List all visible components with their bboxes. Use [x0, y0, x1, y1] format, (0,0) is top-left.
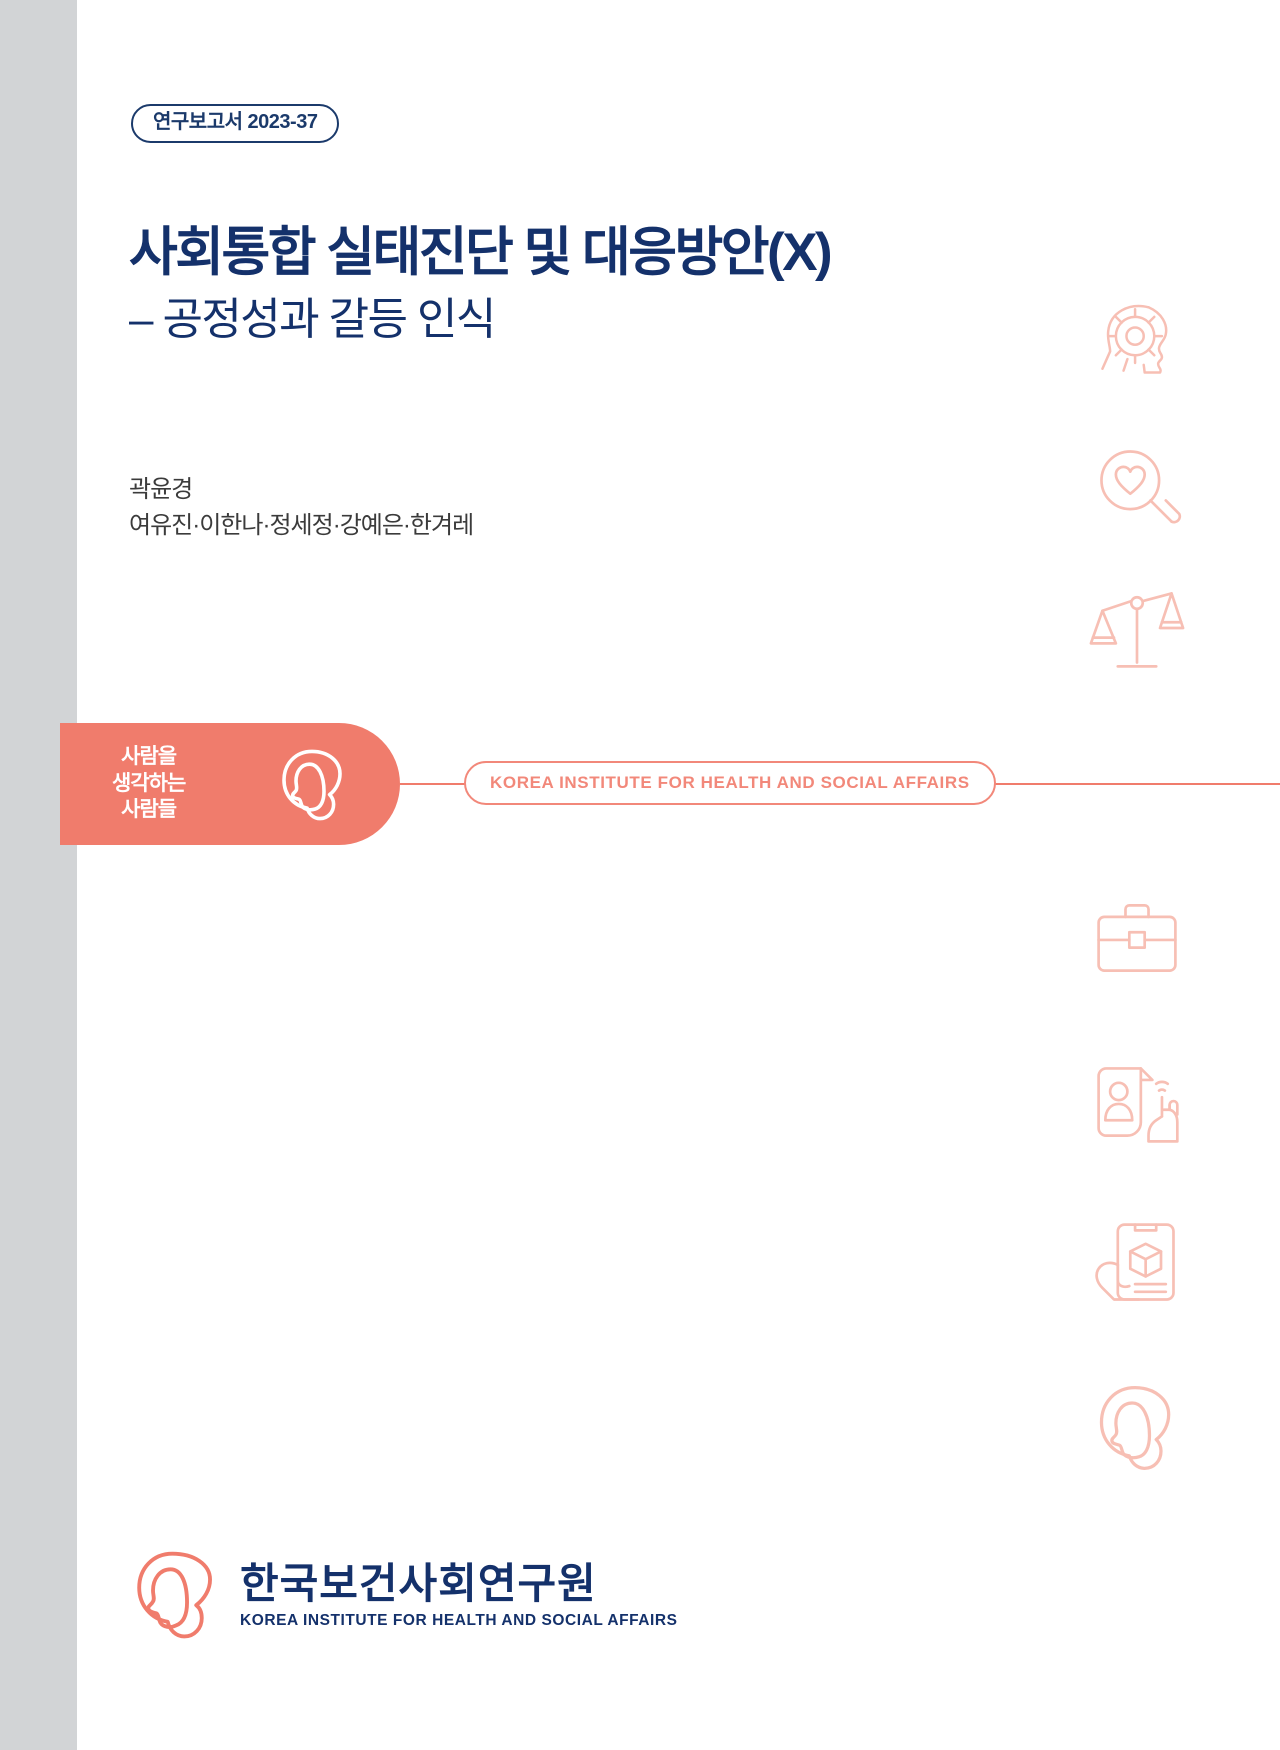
id-card-hand-icon — [1089, 1055, 1185, 1151]
institute-banner-label: KOREA INSTITUTE FOR HEALTH AND SOCIAL AF… — [490, 773, 970, 792]
page-title: 사회통합 실태진단 및 대응방안(X) — [129, 223, 833, 282]
report-number-badge: 연구보고서 2023-37 — [131, 104, 340, 143]
cover-page: 연구보고서 2023-37 사회통합 실태진단 및 대응방안(X) – 공정성과… — [0, 0, 1280, 1750]
left-spine-strip — [0, 0, 77, 1750]
brand-banner-row: 사람을 생각하는 사람들 KOREA INSTITUTE FOR HEALTH … — [60, 723, 1280, 845]
lead-author: 곽윤경 — [129, 476, 193, 503]
scales-justice-icon — [1089, 580, 1185, 676]
institute-banner: KOREA INSTITUTE FOR HEALTH AND SOCIAL AF… — [464, 761, 996, 805]
page-subtitle: – 공정성과 갈등 인식 — [129, 294, 496, 344]
kihasa-head-icon — [1089, 1380, 1185, 1476]
footer-name-kr: 한국보건사회연구원 — [240, 1560, 597, 1608]
footer-name-en: KOREA INSTITUTE FOR HEALTH AND SOCIAL AF… — [240, 1611, 678, 1629]
author-block: 곽윤경 여유진·이한나·정세정·강예은·한겨레 — [129, 472, 474, 544]
magnifier-heart-icon — [1089, 440, 1185, 536]
mobile-package-icon — [1089, 1215, 1185, 1311]
briefcase-icon — [1089, 890, 1185, 986]
co-authors: 여유진·이한나·정세정·강예은·한겨레 — [129, 512, 474, 539]
report-number-label: 연구보고서 2023-37 — [153, 111, 318, 133]
kihasa-head-icon — [272, 745, 352, 825]
title-block: 사회통합 실태진단 및 대응방안(X) – 공정성과 갈등 인식 — [129, 222, 1029, 348]
footer-logo-text: 한국보건사회연구원 KOREA INSTITUTE FOR HEALTH AND… — [240, 1562, 678, 1629]
head-brain-gear-icon — [1089, 290, 1185, 386]
cover-content: 연구보고서 2023-37 사회통합 실태진단 및 대응방안(X) – 공정성과… — [60, 0, 1280, 1750]
tagline-text: 사람을 생각하는 사람들 — [112, 744, 186, 822]
kihasa-head-icon — [130, 1546, 222, 1646]
footer-logo: 한국보건사회연구원 KOREA INSTITUTE FOR HEALTH AND… — [130, 1546, 678, 1646]
